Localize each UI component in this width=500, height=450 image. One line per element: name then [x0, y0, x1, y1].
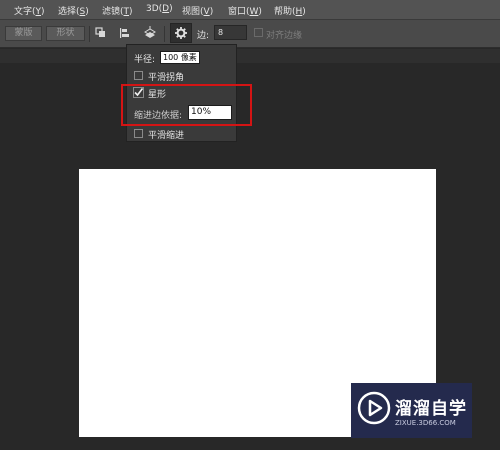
play-logo-icon — [357, 391, 391, 425]
path-operations-icon[interactable] — [95, 27, 107, 39]
options-bar: 蒙版 形状 边: 8 对齐边缘 — [0, 20, 500, 48]
menu-window[interactable]: 窗口(W) — [228, 4, 262, 17]
smooth-corners-label: 平滑拐角 — [148, 73, 185, 83]
align-edges-checkbox[interactable] — [254, 28, 263, 37]
separator — [89, 26, 90, 42]
smooth-indents-label: 平滑缩进 — [148, 131, 185, 141]
menu-view[interactable]: 视图(V) — [182, 4, 213, 17]
gear-icon — [175, 27, 187, 39]
mask-button[interactable]: 蒙版 — [5, 26, 42, 41]
menu-bar: 文字(Y) 选择(S) 滤镜(T) 3D(D) 视图(V) 窗口(W) 帮助(H… — [0, 0, 500, 20]
separator — [164, 26, 165, 42]
radius-input[interactable]: 100 像素 — [160, 51, 200, 64]
edges-input[interactable]: 8 — [214, 25, 247, 40]
watermark-title: 溜溜自学 — [395, 399, 467, 419]
menu-3d[interactable]: 3D(D) — [146, 4, 173, 14]
radius-label: 半径: — [134, 55, 156, 65]
menu-select[interactable]: 选择(S) — [58, 4, 89, 17]
path-arrangement-icon[interactable] — [143, 26, 157, 40]
edges-label: 边: — [197, 31, 210, 41]
highlight-box — [121, 84, 252, 126]
menu-help[interactable]: 帮助(H) — [274, 4, 306, 17]
document-tab-strip — [0, 49, 500, 63]
geometry-options-button[interactable] — [170, 23, 192, 43]
shape-button[interactable]: 形状 — [46, 26, 85, 41]
smooth-indents-checkbox[interactable] — [134, 129, 143, 138]
align-edges-label: 对齐边缘 — [266, 31, 303, 41]
menu-filter[interactable]: 滤镜(T) — [102, 4, 133, 17]
watermark: 溜溜自学 ZIXUE.3D66.COM — [351, 383, 472, 438]
path-alignment-icon[interactable] — [119, 27, 131, 39]
watermark-subtitle: ZIXUE.3D66.COM — [395, 419, 456, 427]
smooth-corners-checkbox[interactable] — [134, 71, 143, 80]
menu-text[interactable]: 文字(Y) — [14, 4, 45, 17]
